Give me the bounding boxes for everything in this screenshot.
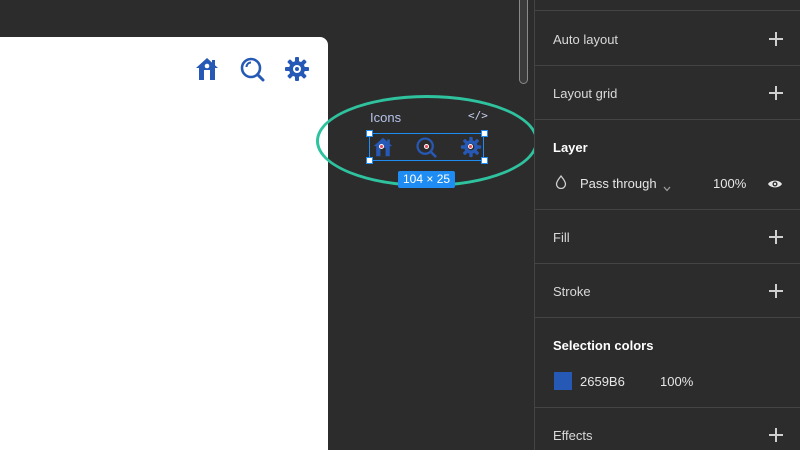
design-frame[interactable]	[0, 37, 328, 450]
fill-section: Fill	[535, 209, 800, 264]
add-stroke-plus-icon[interactable]	[769, 284, 783, 298]
resize-handle-bottom-left[interactable]	[366, 157, 373, 164]
layer-opacity-field[interactable]: 100%	[713, 176, 746, 191]
resize-handle-bottom-right[interactable]	[481, 157, 488, 164]
chevron-down-icon[interactable]	[663, 179, 671, 192]
gear-icon[interactable]	[284, 56, 310, 82]
stroke-label: Stroke	[553, 284, 591, 299]
add-fill-plus-icon[interactable]	[769, 230, 783, 244]
properties-panel: Auto layout Layout grid Layer Pass throu…	[534, 0, 800, 450]
eye-icon[interactable]	[767, 177, 783, 189]
layer-section: Layer Pass through 100%	[535, 119, 800, 210]
layout-grid-label: Layout grid	[553, 86, 618, 101]
selection-colors-label: Selection colors	[553, 338, 654, 353]
effects-section: Effects	[535, 407, 800, 450]
add-auto-layout-plus-icon[interactable]	[769, 32, 783, 46]
color-opacity-field[interactable]: 100%	[660, 374, 693, 389]
blend-mode-select[interactable]: Pass through	[580, 176, 657, 191]
blend-mode-drop-icon[interactable]	[555, 174, 567, 190]
code-icon[interactable]: </>	[468, 109, 488, 122]
auto-layout-section: Auto layout	[535, 10, 800, 66]
add-layout-grid-plus-icon[interactable]	[769, 86, 783, 100]
dimensions-badge: 104 × 25	[398, 171, 456, 188]
selection-layer-label[interactable]: Icons	[370, 110, 401, 125]
effects-label: Effects	[553, 428, 593, 443]
canvas-scrollbar[interactable]	[519, 0, 528, 84]
icon-center-point	[424, 144, 429, 149]
home-icon[interactable]	[194, 56, 220, 82]
resize-handle-top-right[interactable]	[481, 130, 488, 137]
stroke-section: Stroke	[535, 263, 800, 318]
auto-layout-label: Auto layout	[553, 32, 619, 47]
color-swatch[interactable]	[554, 372, 572, 390]
selection-colors-section: Selection colors 2659B6 100%	[535, 317, 800, 408]
canvas[interactable]: Icons </> 104 × 25	[0, 0, 534, 450]
color-hex-field[interactable]: 2659B6	[580, 374, 625, 389]
icon-center-point	[379, 144, 384, 149]
layer-label: Layer	[553, 140, 588, 155]
fill-label: Fill	[553, 230, 570, 245]
icon-center-point	[468, 144, 473, 149]
search-icon[interactable]	[239, 56, 265, 82]
layout-grid-section: Layout grid	[535, 65, 800, 120]
add-effects-plus-icon[interactable]	[769, 428, 783, 442]
